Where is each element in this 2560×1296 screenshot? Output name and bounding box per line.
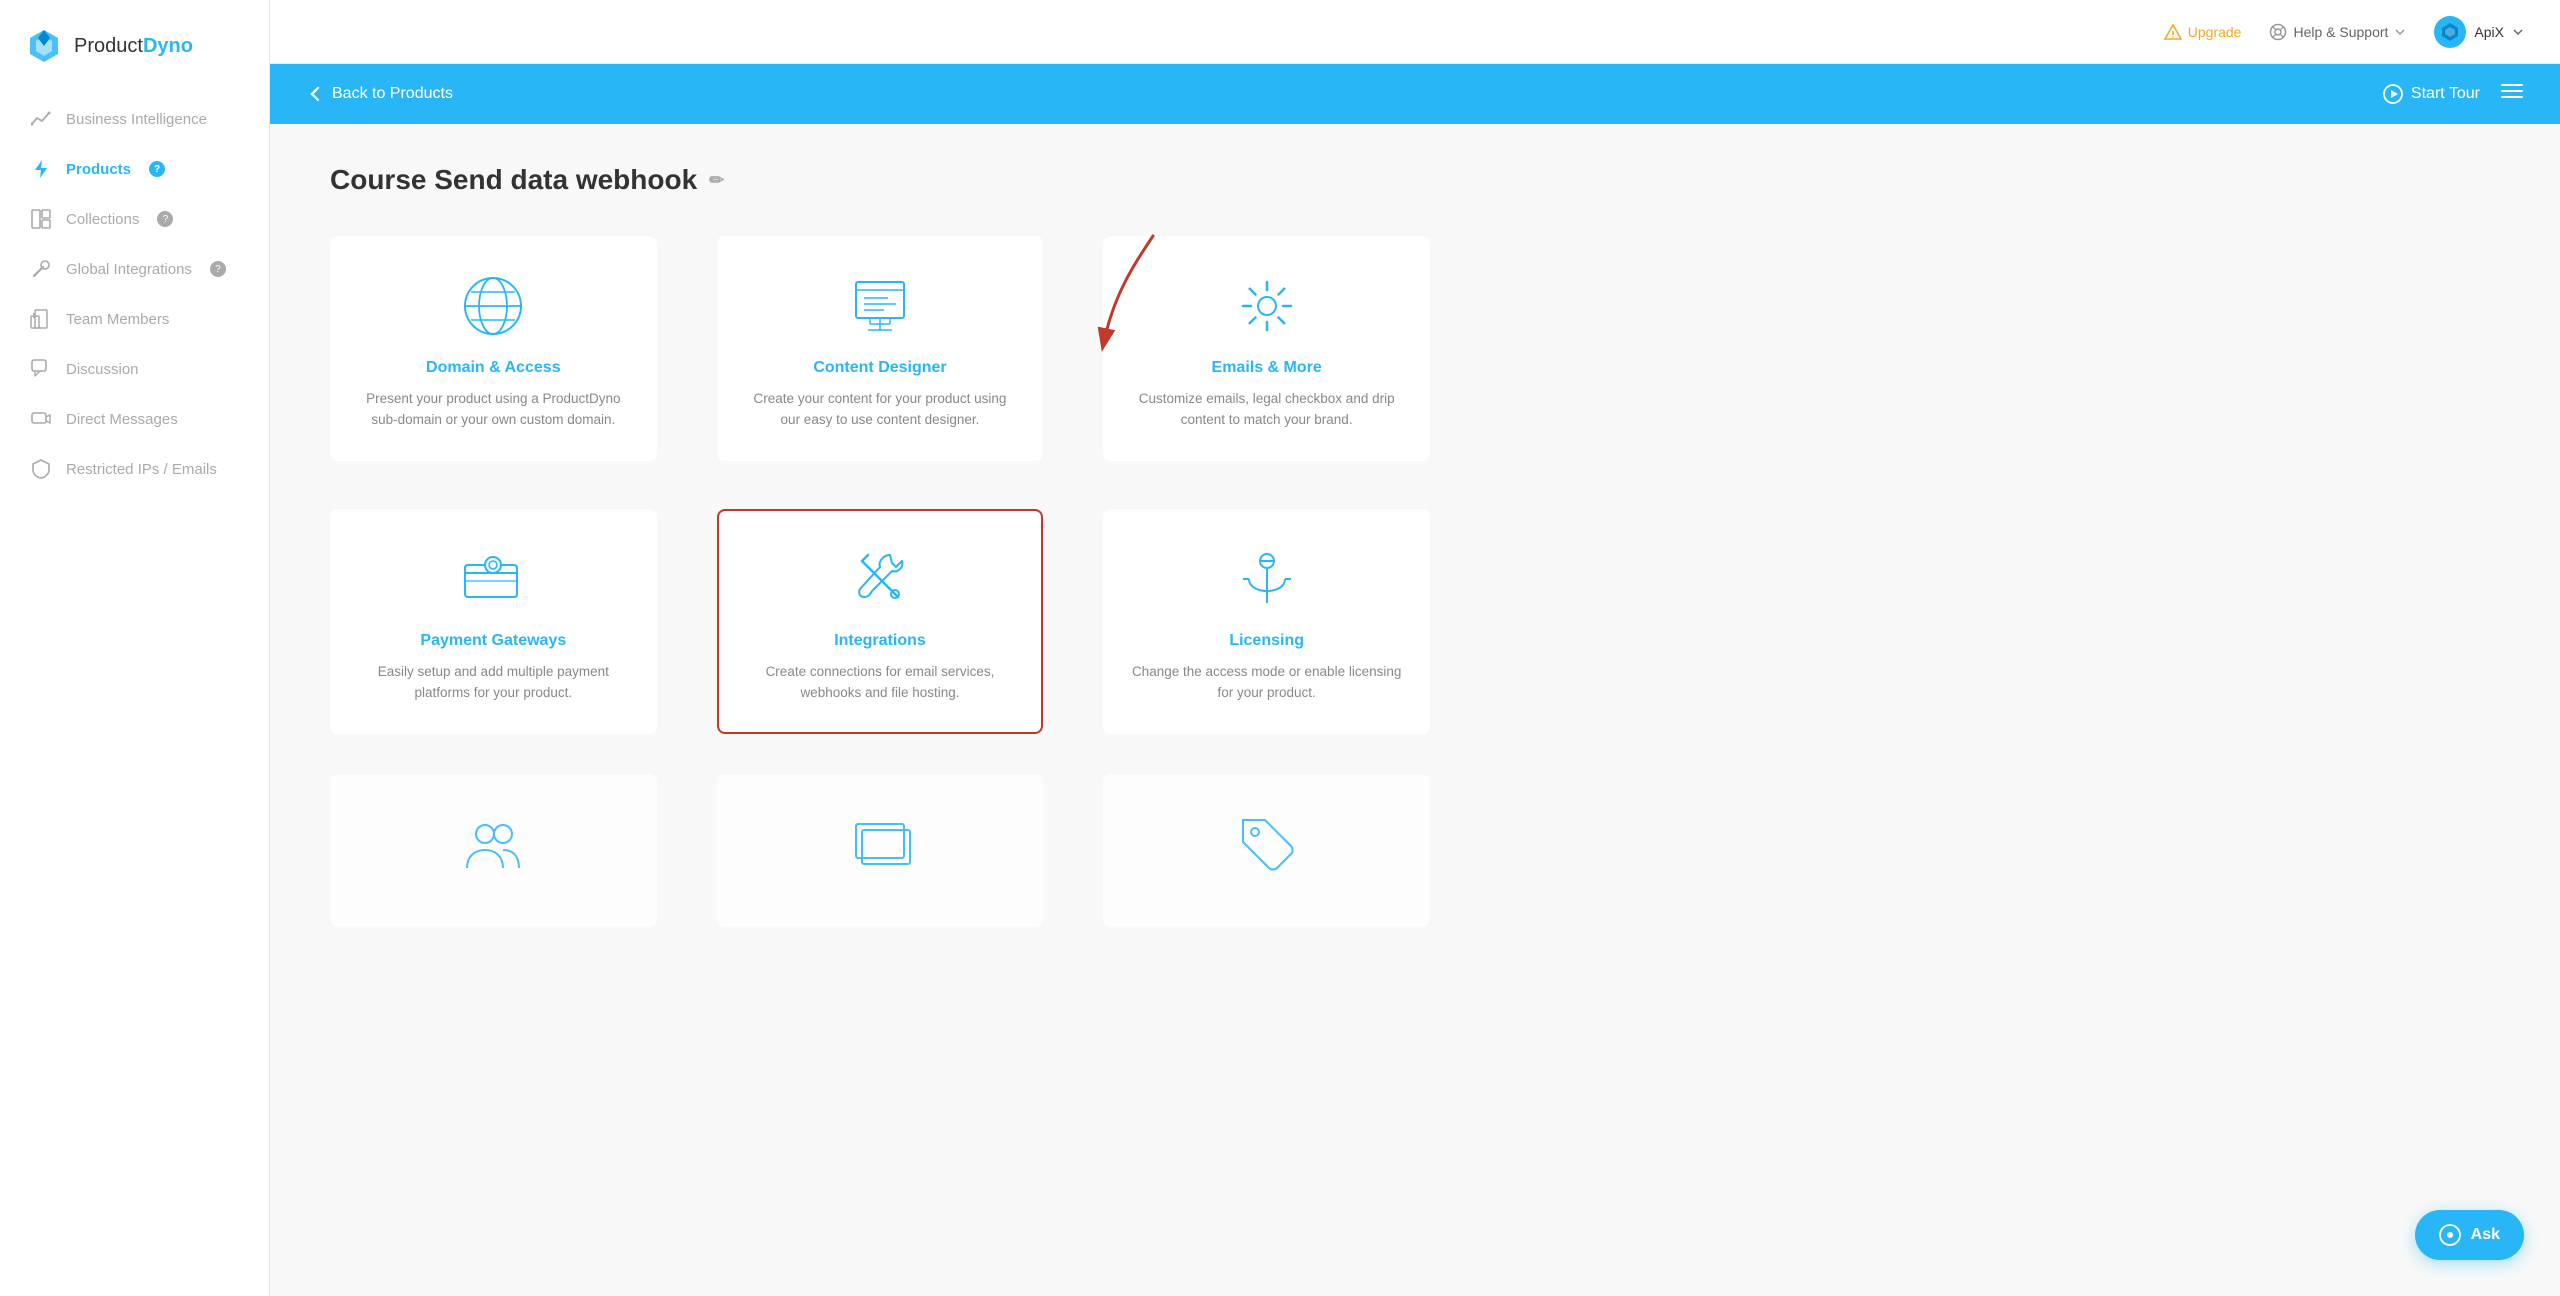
globe-icon: [461, 274, 525, 343]
card-desc: Create your content for your product usi…: [743, 389, 1018, 431]
sidebar-item-team-members[interactable]: Team Members: [0, 294, 269, 344]
gear-icon: [1235, 274, 1299, 343]
tag-icon: [1235, 812, 1299, 881]
sidebar-item-label: Discussion: [66, 361, 139, 378]
user-menu-button[interactable]: ApiX: [2434, 16, 2524, 48]
sidebar-item-label: Direct Messages: [66, 411, 178, 428]
chevron-down-icon: [2394, 26, 2406, 38]
cards-grid-bottom: [330, 774, 1430, 927]
chat-icon: [30, 358, 52, 380]
sidebar-item-label: Restricted IPs / Emails: [66, 461, 217, 478]
start-tour-label: Start Tour: [2411, 85, 2480, 103]
back-to-products-button[interactable]: Back to Products: [306, 85, 453, 103]
chevron-left-icon: [306, 85, 324, 103]
message-icon: [30, 408, 52, 430]
logo[interactable]: ProductDyno: [0, 0, 269, 94]
content-designer-icon: [848, 274, 912, 343]
payment-icon: [461, 547, 525, 616]
help-badge[interactable]: ?: [210, 261, 226, 277]
bolt-icon: [30, 158, 52, 180]
card-licensing[interactable]: Licensing Change the access mode or enab…: [1103, 509, 1430, 734]
card-bottom-3[interactable]: [1103, 774, 1430, 927]
help-support-button[interactable]: Help & Support: [2269, 23, 2406, 41]
help-icon: [2269, 23, 2287, 41]
integrations-icon: [848, 547, 912, 616]
sidebar-item-label: Collections: [66, 211, 139, 228]
card-bottom-2[interactable]: [717, 774, 1044, 927]
sidebar-item-collections[interactable]: Collections ?: [0, 194, 269, 244]
card-title: Domain & Access: [426, 359, 561, 377]
hamburger-menu[interactable]: [2500, 81, 2524, 107]
sidebar-item-global-integrations[interactable]: Global Integrations ?: [0, 244, 269, 294]
card-desc: Create connections for email services, w…: [743, 662, 1018, 704]
upgrade-button[interactable]: Upgrade: [2164, 23, 2242, 41]
sidebar-nav: Business Intelligence Products ? Collect…: [0, 94, 269, 1296]
user-label: ApiX: [2474, 24, 2504, 40]
chevron-down-icon: [2512, 26, 2524, 38]
top-header: Upgrade Help & Support: [270, 0, 2560, 64]
ask-label: Ask: [2471, 1226, 2500, 1244]
card-desc: Customize emails, legal checkbox and dri…: [1129, 389, 1404, 431]
card-domain-access[interactable]: Domain & Access Present your product usi…: [330, 236, 657, 461]
sidebar-item-label: Team Members: [66, 311, 169, 328]
sidebar-item-business-intelligence[interactable]: Business Intelligence: [0, 94, 269, 144]
card-desc: Present your product using a ProductDyno…: [356, 389, 631, 431]
main-content: Course Send data webhook ✏: [270, 124, 2560, 1296]
sidebar-item-label: Business Intelligence: [66, 111, 207, 128]
chat-bubble-icon: [2439, 1224, 2461, 1246]
back-label: Back to Products: [332, 85, 453, 103]
upgrade-label: Upgrade: [2188, 24, 2242, 40]
sidebar-item-label: Global Integrations: [66, 261, 192, 278]
card-bottom-1[interactable]: [330, 774, 657, 927]
card-title: Payment Gateways: [420, 632, 566, 650]
sidebar-item-products[interactable]: Products ?: [0, 144, 269, 194]
start-tour-button[interactable]: Start Tour: [2383, 84, 2480, 104]
hamburger-icon: [2500, 81, 2524, 101]
card-title: Emails & More: [1212, 359, 1322, 377]
help-badge[interactable]: ?: [157, 211, 173, 227]
shield-icon: [30, 458, 52, 480]
card-title: Content Designer: [813, 359, 946, 377]
card-title: Licensing: [1229, 632, 1304, 650]
card-desc: Change the access mode or enable licensi…: [1129, 662, 1404, 704]
blue-bar-actions: Start Tour: [2383, 81, 2524, 107]
wrench-icon: [30, 258, 52, 280]
cards-grid: Domain & Access Present your product usi…: [330, 236, 1430, 734]
sidebar: ProductDyno Business Intelligence Produc…: [0, 0, 270, 1296]
sidebar-item-discussion[interactable]: Discussion: [0, 344, 269, 394]
card-content-designer[interactable]: Content Designer Create your content for…: [717, 236, 1044, 461]
help-label: Help & Support: [2293, 24, 2388, 40]
warning-icon: [2164, 23, 2182, 41]
logo-text: ProductDyno: [74, 35, 193, 58]
users-icon: [461, 812, 525, 881]
ask-button[interactable]: Ask: [2415, 1210, 2524, 1260]
layers-icon: [848, 812, 912, 881]
edit-title-button[interactable]: ✏: [709, 170, 724, 191]
sidebar-item-restricted-ips[interactable]: Restricted IPs / Emails: [0, 444, 269, 494]
card-desc: Easily setup and add multiple payment pl…: [356, 662, 631, 704]
sidebar-item-direct-messages[interactable]: Direct Messages: [0, 394, 269, 444]
chart-icon: [30, 108, 52, 130]
card-integrations[interactable]: Integrations Create connections for emai…: [717, 509, 1044, 734]
blue-nav-bar: Back to Products Start Tour: [270, 64, 2560, 124]
team-icon: [30, 308, 52, 330]
sidebar-item-label: Products: [66, 161, 131, 178]
page-title: Course Send data webhook ✏: [330, 164, 2500, 196]
help-badge[interactable]: ?: [149, 161, 165, 177]
card-payment-gateways[interactable]: Payment Gateways Easily setup and add mu…: [330, 509, 657, 734]
card-emails-more[interactable]: Emails & More Customize emails, legal ch…: [1103, 236, 1430, 461]
avatar: [2434, 16, 2466, 48]
play-icon: [2383, 84, 2403, 104]
main-area: Upgrade Help & Support: [270, 0, 2560, 1296]
cards-section: Domain & Access Present your product usi…: [330, 236, 2500, 927]
layout-icon: [30, 208, 52, 230]
anchor-icon: [1235, 547, 1299, 616]
logo-icon: [30, 28, 66, 64]
card-title: Integrations: [834, 632, 926, 650]
